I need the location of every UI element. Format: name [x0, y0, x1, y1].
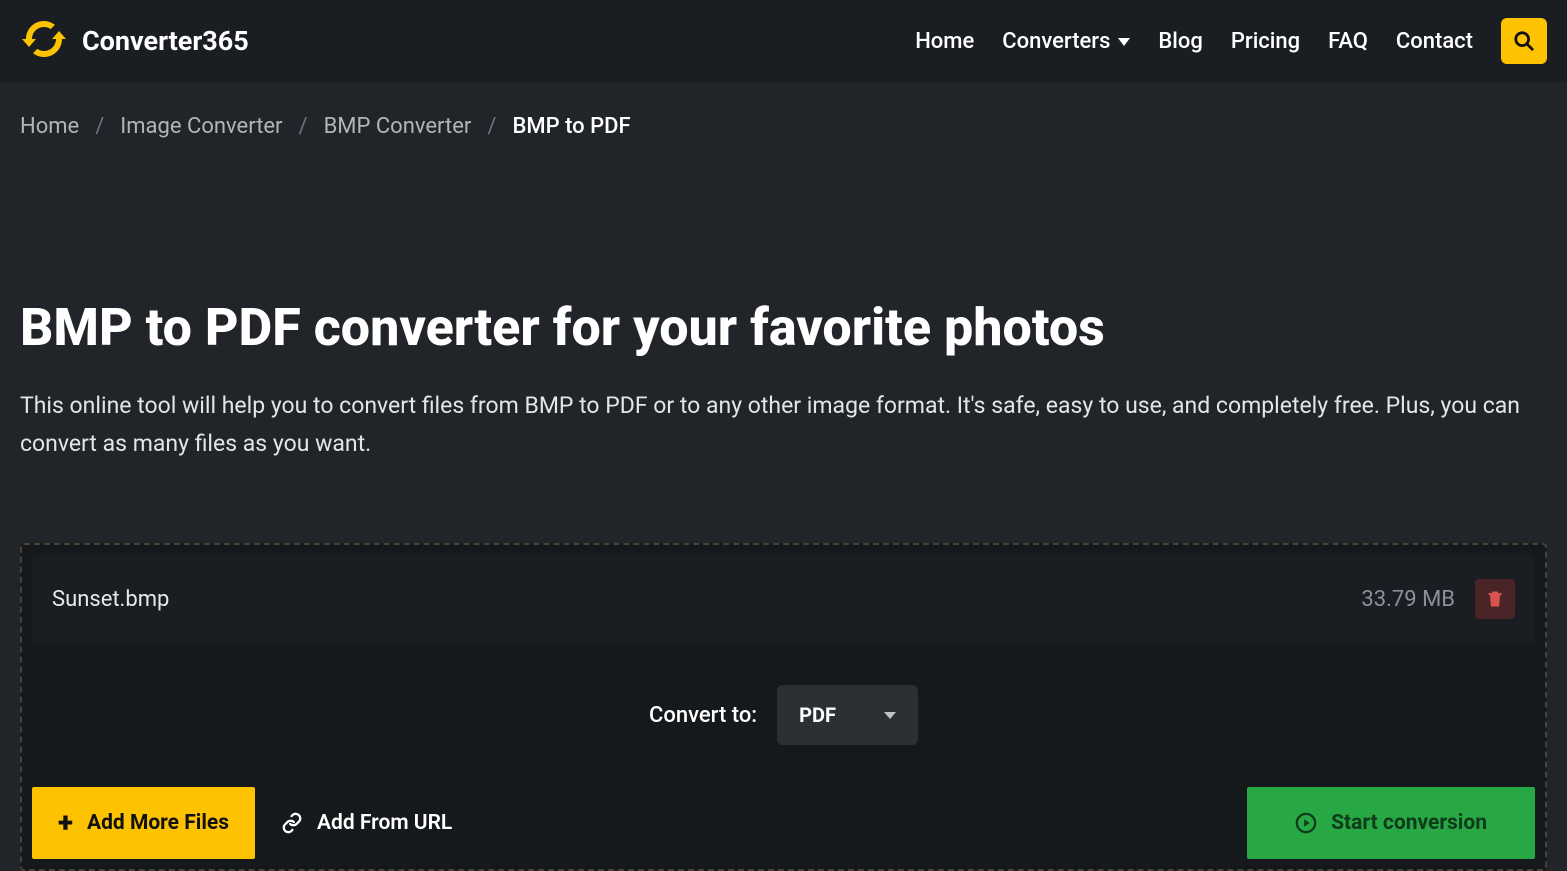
start-conversion-button[interactable]: Start conversion	[1247, 787, 1535, 859]
breadcrumb-bmp-converter[interactable]: BMP Converter	[324, 114, 472, 139]
nav-converters[interactable]: Converters	[1002, 29, 1130, 54]
add-more-files-button[interactable]: + Add More Files	[32, 787, 255, 859]
nav-blog[interactable]: Blog	[1158, 29, 1202, 54]
link-icon	[281, 812, 303, 834]
breadcrumb-current: BMP to PDF	[512, 114, 630, 139]
breadcrumb-image-converter[interactable]: Image Converter	[120, 114, 282, 139]
trash-icon	[1485, 589, 1505, 609]
convert-to-row: Convert to: PDF	[32, 643, 1535, 787]
conversion-panel-wrap: Sunset.bmp 33.79 MB Convert to: PDF	[20, 543, 1547, 871]
breadcrumb: Home / Image Converter / BMP Converter /…	[0, 82, 1567, 147]
breadcrumb-separator: /	[487, 114, 496, 139]
conversion-panel: Sunset.bmp 33.79 MB Convert to: PDF	[20, 543, 1547, 871]
logo[interactable]: Converter365	[20, 15, 249, 67]
file-name: Sunset.bmp	[52, 587, 169, 612]
format-selected: PDF	[799, 703, 836, 727]
page-title: BMP to PDF converter for your favorite p…	[20, 297, 1547, 359]
start-conversion-label: Start conversion	[1331, 811, 1487, 835]
actions-row: + Add More Files Add From URL Start conv…	[32, 787, 1535, 859]
breadcrumb-separator: /	[299, 114, 308, 139]
search-button[interactable]	[1501, 18, 1547, 64]
delete-file-button[interactable]	[1475, 579, 1515, 619]
file-size: 33.79 MB	[1361, 587, 1455, 612]
add-from-url-button[interactable]: Add From URL	[255, 787, 478, 859]
actions-left: + Add More Files Add From URL	[32, 787, 478, 859]
format-select[interactable]: PDF	[777, 685, 918, 745]
add-from-url-label: Add From URL	[317, 811, 452, 835]
file-meta: 33.79 MB	[1361, 579, 1515, 619]
breadcrumb-home[interactable]: Home	[20, 114, 79, 139]
nav-home[interactable]: Home	[915, 29, 974, 54]
main-nav: Home Converters Blog Pricing FAQ Contact	[915, 18, 1547, 64]
logo-rotate-icon	[20, 15, 68, 67]
file-row: Sunset.bmp 33.79 MB	[32, 555, 1535, 643]
page-description: This online tool will help you to conver…	[20, 387, 1520, 463]
nav-converters-label: Converters	[1002, 29, 1110, 54]
nav-pricing[interactable]: Pricing	[1231, 29, 1300, 54]
plus-icon: +	[58, 809, 73, 837]
nav-faq[interactable]: FAQ	[1328, 29, 1368, 54]
chevron-down-icon	[1118, 38, 1130, 46]
breadcrumb-separator: /	[95, 114, 104, 139]
hero-section: BMP to PDF converter for your favorite p…	[0, 147, 1567, 523]
logo-text: Converter365	[82, 25, 249, 57]
add-more-files-label: Add More Files	[87, 811, 229, 835]
convert-to-label: Convert to:	[649, 703, 757, 728]
chevron-down-icon	[884, 712, 896, 719]
search-icon	[1513, 30, 1535, 52]
nav-contact[interactable]: Contact	[1396, 29, 1473, 54]
main-header: Converter365 Home Converters Blog Pricin…	[0, 0, 1567, 82]
play-circle-icon	[1295, 812, 1317, 834]
